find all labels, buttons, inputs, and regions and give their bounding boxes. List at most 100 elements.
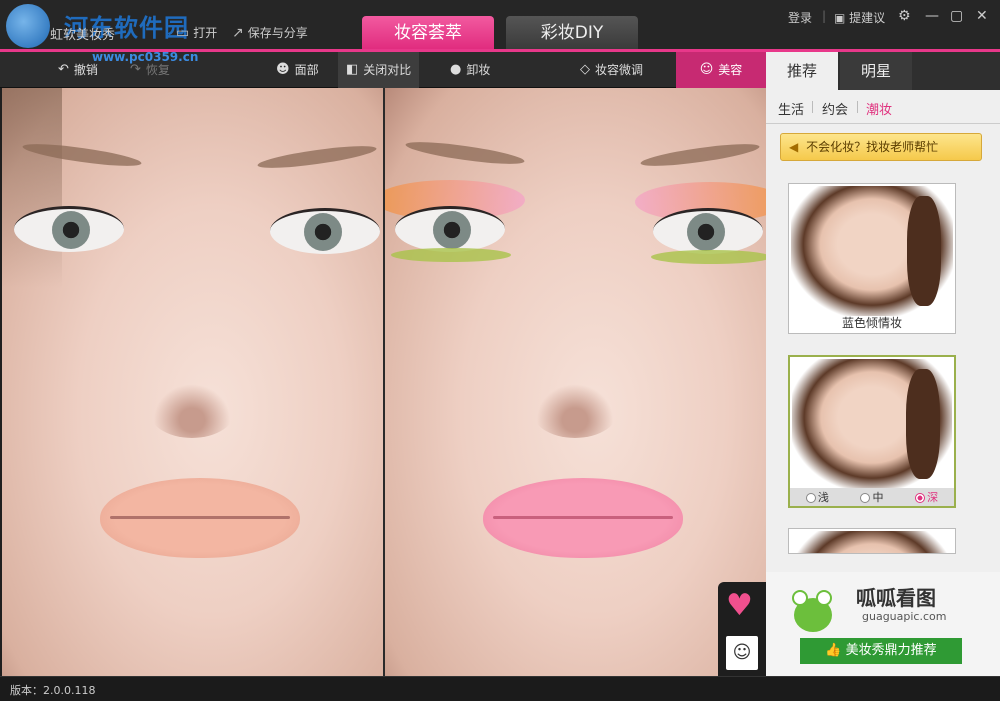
watermark-logo-icon (6, 4, 50, 48)
intensity-light-label: 浅 (817, 491, 829, 504)
tab-recommend[interactable]: 推荐 (766, 52, 838, 90)
face-template-icon[interactable]: ☺ (726, 636, 758, 670)
thumb-hair (906, 369, 940, 479)
remove-makeup-button[interactable]: ● 卸妆 (442, 52, 498, 88)
separator: | (822, 9, 827, 23)
open-label: 打开 (193, 26, 218, 40)
thumb-hair (907, 196, 941, 306)
heart-icon[interactable]: ♥ (726, 590, 753, 622)
remove-makeup-label: 卸妆 (466, 63, 491, 77)
thumbs-up-icon: 👍 (825, 643, 842, 658)
close-icon[interactable]: ✕ (976, 8, 988, 24)
app-name: 虹软美妆秀 (50, 28, 116, 43)
undo-icon: ↶ (58, 62, 69, 77)
right-lower-liner (651, 250, 766, 264)
style-card-blue[interactable]: 蓝色倾情妆 (788, 183, 956, 334)
feedback-label: 提建议 (849, 11, 886, 25)
face-label: 面部 (294, 63, 319, 77)
hair-shading (2, 88, 62, 288)
diamond-icon: ◇ (580, 62, 590, 77)
left-eye-makeup (395, 206, 505, 252)
frog-mascot-icon (780, 580, 844, 636)
compare-label: 关闭对比 (363, 63, 412, 77)
ad-recommend-button[interactable]: 👍 美妆秀鼎力推荐 (800, 638, 962, 664)
nose-makeup (530, 378, 620, 438)
lip-line (110, 516, 290, 519)
chat-icon: ▣ (834, 11, 846, 25)
help-label: 不会化妆？找妆老师帮忙 (806, 140, 939, 154)
status-bar: 版本：2.0.0.118 (0, 676, 1000, 701)
right-iris-makeup (687, 213, 725, 251)
style-thumbnail (791, 531, 953, 553)
tab-makeup-diy[interactable]: 彩妆DIY (506, 16, 638, 50)
intensity-medium[interactable]: 中 (860, 489, 883, 505)
face-button[interactable]: ☻ 面部 (268, 52, 327, 88)
panel-tabs: 推荐 明星 (766, 52, 1000, 90)
settings-gear-icon[interactable]: ⚙ (898, 8, 911, 24)
style-thumbnail (792, 359, 952, 489)
save-share-label: 保存与分享 (247, 26, 308, 40)
feedback-button[interactable]: ▣ 提建议 (834, 9, 885, 26)
subtab-separator (812, 101, 813, 113)
beauty-label: 美容 (718, 63, 743, 77)
left-iris-makeup (433, 211, 471, 249)
compare-toggle-button[interactable]: ◧ 关闭对比 (338, 52, 420, 88)
right-iris (304, 213, 342, 251)
makeup-style-panel: 推荐 明星 生活 约会 潮妆 ◀ 不会化妆？找妆老师帮忙 蓝色倾情妆 浅 中 深… (766, 52, 1000, 676)
watermark-url: www.pc0359.cn (92, 50, 199, 64)
intensity-deep-label: 深 (927, 491, 939, 504)
radio-checked-icon (915, 493, 926, 503)
style-card-label: 蓝色倾情妆 (841, 316, 902, 330)
face-icon: ☻ (276, 62, 290, 77)
version-label: 版本：2.0.0.118 (10, 684, 96, 697)
left-eye (14, 206, 124, 252)
speaker-icon: ◀ (789, 140, 799, 154)
ad-button-label: 美妆秀鼎力推荐 (845, 643, 937, 658)
open-button[interactable]: ▭ 打开 (176, 24, 217, 41)
radio-icon (860, 493, 871, 503)
folder-icon: ▭ (176, 24, 190, 41)
left-iris (52, 211, 90, 249)
subtab-separator (857, 101, 858, 113)
login-link[interactable]: 登录 (788, 9, 812, 26)
right-eye (270, 208, 380, 254)
maximize-icon[interactable]: ▢ (950, 8, 963, 24)
original-photo-pane[interactable] (2, 88, 383, 676)
tab-star[interactable]: 明星 (840, 52, 912, 90)
intensity-selector: 浅 中 深 (790, 488, 954, 506)
subtab-date[interactable]: 约会 (822, 99, 848, 118)
drop-icon: ● (450, 62, 462, 77)
beauty-button[interactable]: ☺ 美容 (676, 52, 766, 88)
intensity-medium-label: 中 (872, 491, 884, 504)
subtab-trendy[interactable]: 潮妆 (866, 99, 892, 118)
ad-title: 呱呱看图 (856, 586, 936, 610)
share-icon: ↗ (232, 24, 244, 41)
mask-icon: ☺ (699, 62, 714, 77)
subtab-life[interactable]: 生活 (778, 99, 804, 118)
ad-url[interactable]: guaguapic.com (862, 610, 946, 623)
compare-icon: ◧ (346, 62, 359, 77)
frog-eye (816, 590, 832, 606)
makeup-adjust-label: 妆容微调 (595, 63, 644, 77)
style-subtabs: 生活 约会 潮妆 (766, 90, 1000, 124)
guagua-ad: 呱呱看图 guaguapic.com 👍 美妆秀鼎力推荐 (766, 572, 1000, 676)
title-bar: 河东软件园 虹软美妆秀 ▭ 打开 ↗ 保存与分享 妆容荟萃 彩妆DIY 登录 |… (0, 0, 1000, 50)
frog-eye (792, 590, 808, 606)
right-eye-makeup (653, 208, 763, 254)
tab-makeup-collection[interactable]: 妆容荟萃 (362, 16, 494, 50)
minimize-icon[interactable]: — (925, 8, 939, 24)
quick-tools-panel: ♥ ☺ (718, 582, 766, 676)
save-share-button[interactable]: ↗ 保存与分享 (232, 24, 308, 41)
left-lower-liner (391, 248, 511, 262)
style-card-partial[interactable] (788, 528, 956, 554)
nose (147, 378, 237, 438)
makeup-photo-pane[interactable] (385, 88, 766, 676)
style-card-selected[interactable]: 浅 中 深 (788, 355, 956, 508)
lip-line-makeup (493, 516, 673, 519)
makeup-adjust-button[interactable]: ◇ 妆容微调 (572, 52, 651, 88)
style-thumbnail (791, 186, 953, 316)
radio-icon (805, 493, 816, 503)
makeup-help-button[interactable]: ◀ 不会化妆？找妆老师帮忙 (780, 133, 982, 161)
intensity-deep[interactable]: 深 (915, 489, 938, 505)
intensity-light[interactable]: 浅 (805, 489, 829, 505)
